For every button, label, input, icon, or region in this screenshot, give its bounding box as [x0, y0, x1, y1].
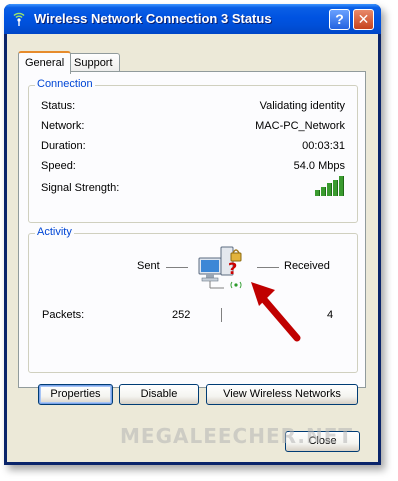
general-tab-panel: Connection Status: Validating identity N… — [18, 71, 366, 388]
signal-bar — [315, 190, 320, 196]
annotation-arrow-icon — [251, 282, 301, 342]
title-bar[interactable]: Wireless Network Connection 3 Status ? ✕ — [4, 4, 381, 34]
activity-group-label: Activity — [35, 226, 74, 238]
received-label: Received — [284, 260, 330, 272]
sent-label: Sent — [137, 260, 160, 272]
close-window-button[interactable]: ✕ — [353, 9, 374, 30]
disable-button[interactable]: Disable — [119, 384, 199, 405]
signal-row: Signal Strength: — [41, 176, 345, 196]
close-icon: ✕ — [357, 11, 370, 27]
watermark: MEGALEECHER.NET — [120, 424, 354, 448]
network-value: MAC-PC_Network — [255, 120, 345, 132]
signal-bar — [321, 186, 326, 196]
signal-strength-label: Signal Strength: — [41, 182, 120, 194]
network-label: Network: — [41, 120, 85, 132]
activity-group: Activity Sent Received ? Packets: 252 4 — [28, 226, 358, 373]
signal-bar — [339, 176, 344, 196]
network-computer-icon: ? — [198, 246, 242, 289]
tab-support[interactable]: Support — [67, 53, 120, 72]
received-line — [257, 267, 279, 268]
svg-text:?: ? — [228, 259, 237, 278]
status-value: Validating identity — [259, 100, 345, 112]
signal-bar — [333, 179, 338, 196]
status-dialog: Wireless Network Connection 3 Status ? ✕… — [4, 4, 381, 465]
sent-line — [166, 267, 188, 268]
packets-label: Packets: — [42, 309, 85, 321]
wireless-network-icon — [13, 12, 25, 26]
help-button[interactable]: ? — [329, 9, 350, 30]
window-title: Wireless Network Connection 3 Status — [34, 11, 272, 26]
speed-value: 54.0 Mbps — [293, 160, 345, 172]
status-row: Status: Validating identity — [41, 100, 345, 114]
dialog-client-area: General Support Connection Status: Valid… — [7, 34, 378, 462]
duration-label: Duration: — [41, 140, 86, 152]
packets-sent-value: 252 — [172, 309, 191, 321]
duration-value: 00:03:31 — [302, 140, 345, 152]
signal-bar — [327, 183, 332, 196]
tab-general[interactable]: General — [18, 51, 72, 74]
packets-received-value: 4 — [327, 309, 334, 321]
network-row: Network: MAC-PC_Network — [41, 120, 345, 134]
speed-row: Speed: 54.0 Mbps — [41, 160, 345, 174]
connection-group-label: Connection — [35, 78, 95, 90]
duration-row: Duration: 00:03:31 — [41, 140, 345, 154]
signal-strength-icon — [315, 176, 345, 196]
packets-divider — [221, 308, 222, 322]
view-wireless-networks-button[interactable]: View Wireless Networks — [206, 384, 358, 405]
speed-label: Speed: — [41, 160, 76, 172]
connection-group: Connection Status: Validating identity N… — [28, 78, 358, 223]
properties-button[interactable]: Properties — [38, 384, 113, 405]
status-label: Status: — [41, 100, 76, 112]
